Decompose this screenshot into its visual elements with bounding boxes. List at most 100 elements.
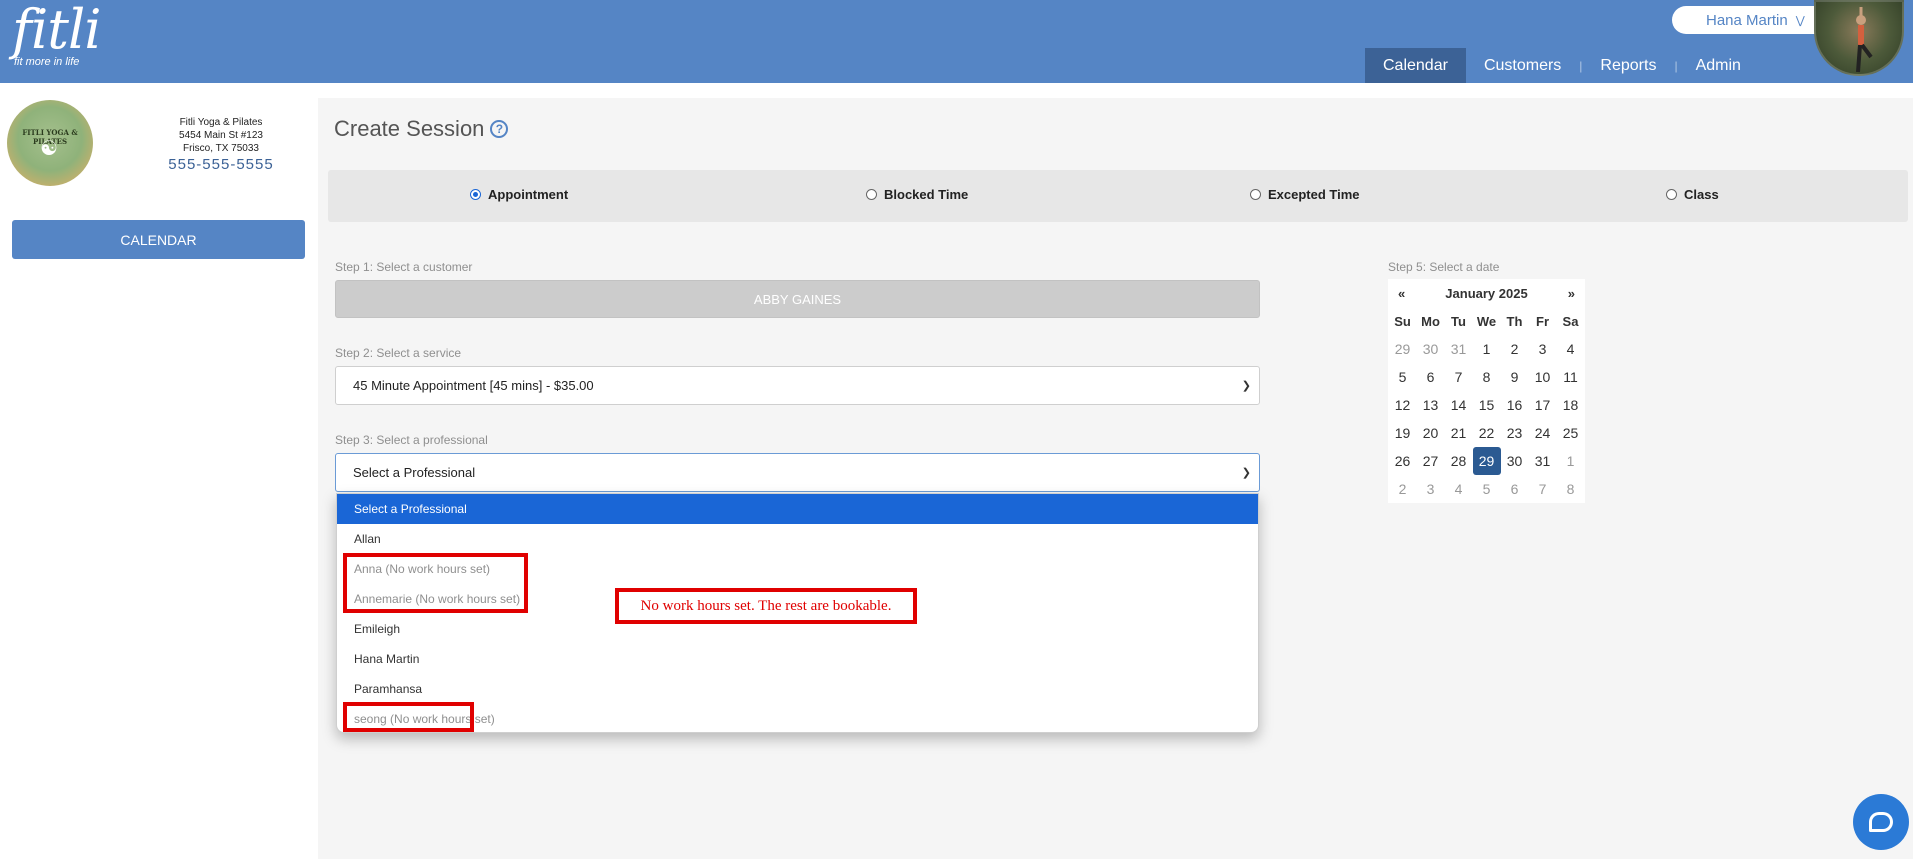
month-label[interactable]: January 2025 xyxy=(1445,286,1527,301)
calendar-day[interactable]: 7 xyxy=(1529,475,1557,503)
option-select-a-professional[interactable]: Select a Professional xyxy=(337,494,1258,524)
nav-admin[interactable]: Admin xyxy=(1678,48,1759,83)
radio-excepted-time-label: Excepted Time xyxy=(1268,187,1360,202)
studio-address: Fitli Yoga & Pilates 5454 Main St #123 F… xyxy=(146,116,296,155)
radio-excepted-time-dot[interactable] xyxy=(1250,189,1261,200)
calendar-day[interactable]: 7 xyxy=(1445,363,1473,391)
chat-button[interactable] xyxy=(1853,794,1909,850)
radio-excepted-time[interactable]: Excepted Time xyxy=(1250,187,1360,202)
chevron-down-icon: ❯ xyxy=(1241,467,1251,479)
nav-customers[interactable]: Customers xyxy=(1466,48,1579,83)
weekday-header: Th xyxy=(1506,313,1523,329)
calendar-day[interactable]: 4 xyxy=(1557,335,1585,363)
avatar[interactable] xyxy=(1814,0,1904,76)
calendar-day[interactable]: 30 xyxy=(1501,447,1529,475)
radio-blocked-time[interactable]: Blocked Time xyxy=(866,187,968,202)
studio-name: Fitli Yoga & Pilates xyxy=(179,117,263,128)
calendar-day[interactable]: 29 xyxy=(1389,335,1417,363)
prev-month-button[interactable]: « xyxy=(1398,286,1405,301)
help-icon[interactable]: ? xyxy=(490,120,509,138)
calendar-day[interactable]: 1 xyxy=(1473,335,1501,363)
calendar-header: « January 2025 » xyxy=(1388,279,1585,307)
calendar-day[interactable]: 18 xyxy=(1557,391,1585,419)
calendar-day[interactable]: 6 xyxy=(1417,363,1445,391)
session-type-bar: Appointment Blocked Time Excepted Time C… xyxy=(328,170,1908,222)
radio-appointment[interactable]: Appointment xyxy=(470,187,568,202)
calendar-day[interactable]: 2 xyxy=(1501,335,1529,363)
page-title: Create Session ? xyxy=(334,116,509,142)
option-paramhansa[interactable]: Paramhansa xyxy=(337,674,1258,704)
main-nav: Calendar Customers | Reports | Admin xyxy=(1365,48,1759,83)
calendar-day[interactable]: 28 xyxy=(1445,447,1473,475)
calendar-day[interactable]: 19 xyxy=(1389,419,1417,447)
calendar-day[interactable]: 8 xyxy=(1473,363,1501,391)
radio-appointment-dot[interactable] xyxy=(470,189,481,200)
option-seong[interactable]: seong (No work hours set) xyxy=(337,704,1258,732)
logo-word: fitli xyxy=(12,0,101,61)
calendar-day[interactable]: 21 xyxy=(1445,419,1473,447)
calendar-day[interactable]: 3 xyxy=(1417,475,1445,503)
calendar-day[interactable]: 31 xyxy=(1445,335,1473,363)
nav-calendar[interactable]: Calendar xyxy=(1365,48,1466,83)
calendar-day[interactable]: 8 xyxy=(1557,475,1585,503)
weekday-header: Tu xyxy=(1451,313,1466,329)
calendar-day[interactable]: 13 xyxy=(1417,391,1445,419)
calendar-day[interactable]: 2 xyxy=(1389,475,1417,503)
nav-reports[interactable]: Reports xyxy=(1582,48,1674,83)
highlight-box-anna-annemarie xyxy=(343,553,528,613)
customer-field[interactable]: ABBY GAINES xyxy=(335,280,1260,318)
calendar-day[interactable]: 4 xyxy=(1445,475,1473,503)
step2-label: Step 2: Select a service xyxy=(335,346,462,360)
radio-class-label: Class xyxy=(1684,187,1719,202)
page-title-text: Create Session xyxy=(334,116,485,141)
calendar-day[interactable]: 3 xyxy=(1529,335,1557,363)
calendar-day[interactable]: 20 xyxy=(1417,419,1445,447)
calendar-grid: Su Mo Tu We Th Fr Sa 29 30 31 1 2 3 4 5 6 7 8 9 10 11 12 13 14 1… xyxy=(1388,307,1585,503)
calendar-day[interactable]: 10 xyxy=(1529,363,1557,391)
calendar-day-selected[interactable]: 29 xyxy=(1472,447,1501,475)
calendar-day[interactable]: 15 xyxy=(1473,391,1501,419)
highlight-box-seong xyxy=(343,702,474,732)
weekday-header: Su xyxy=(1394,313,1411,329)
step3-label: Step 3: Select a professional xyxy=(335,433,488,447)
top-bar: fitli fit more in life Hana Martin ⋁ Cal… xyxy=(0,0,1913,83)
calendar-day[interactable]: 17 xyxy=(1529,391,1557,419)
radio-blocked-time-label: Blocked Time xyxy=(884,187,969,202)
calendar-day[interactable]: 25 xyxy=(1557,419,1585,447)
professional-select[interactable]: Select a Professional ❯ xyxy=(335,453,1260,492)
step1-label: Step 1: Select a customer xyxy=(335,260,473,274)
calendar-day[interactable]: 9 xyxy=(1501,363,1529,391)
professional-select-value: Select a Professional xyxy=(353,465,476,480)
radio-blocked-time-dot[interactable] xyxy=(866,189,877,200)
calendar-day[interactable]: 14 xyxy=(1445,391,1473,419)
chat-icon xyxy=(1869,812,1893,832)
studio-phone[interactable]: 555-555-5555 xyxy=(146,156,296,173)
calendar-day[interactable]: 1 xyxy=(1557,447,1585,475)
calendar-day[interactable]: 16 xyxy=(1501,391,1529,419)
calendar-day[interactable]: 5 xyxy=(1473,475,1501,503)
calendar-day[interactable]: 30 xyxy=(1417,335,1445,363)
radio-class[interactable]: Class xyxy=(1666,187,1719,202)
calendar-day[interactable]: 27 xyxy=(1417,447,1445,475)
weekday-header: We xyxy=(1476,313,1497,329)
calendar-day[interactable]: 12 xyxy=(1389,391,1417,419)
service-select[interactable]: 45 Minute Appointment [45 mins] - $35.00… xyxy=(335,366,1260,405)
calendar-day[interactable]: 11 xyxy=(1557,363,1585,391)
option-allan[interactable]: Allan xyxy=(337,524,1258,554)
calendar-button[interactable]: CALENDAR xyxy=(12,220,305,259)
avatar-figure-icon xyxy=(1856,7,1873,73)
radio-class-dot[interactable] xyxy=(1666,189,1677,200)
fitli-logo[interactable]: fitli fit more in life xyxy=(12,0,101,69)
service-select-value: 45 Minute Appointment [45 mins] - $35.00 xyxy=(353,378,594,393)
calendar-day[interactable]: 31 xyxy=(1529,447,1557,475)
calendar-day[interactable]: 24 xyxy=(1529,419,1557,447)
create-session-panel: Create Session ? Appointment Blocked Tim… xyxy=(318,98,1913,859)
option-hana-martin[interactable]: Hana Martin xyxy=(337,644,1258,674)
calendar-day[interactable]: 26 xyxy=(1389,447,1417,475)
calendar-day[interactable]: 23 xyxy=(1501,419,1529,447)
calendar-day[interactable]: 6 xyxy=(1501,475,1529,503)
calendar-day[interactable]: 22 xyxy=(1473,419,1501,447)
next-month-button[interactable]: » xyxy=(1568,286,1575,301)
calendar-day[interactable]: 5 xyxy=(1389,363,1417,391)
weekday-header: Sa xyxy=(1562,313,1579,329)
